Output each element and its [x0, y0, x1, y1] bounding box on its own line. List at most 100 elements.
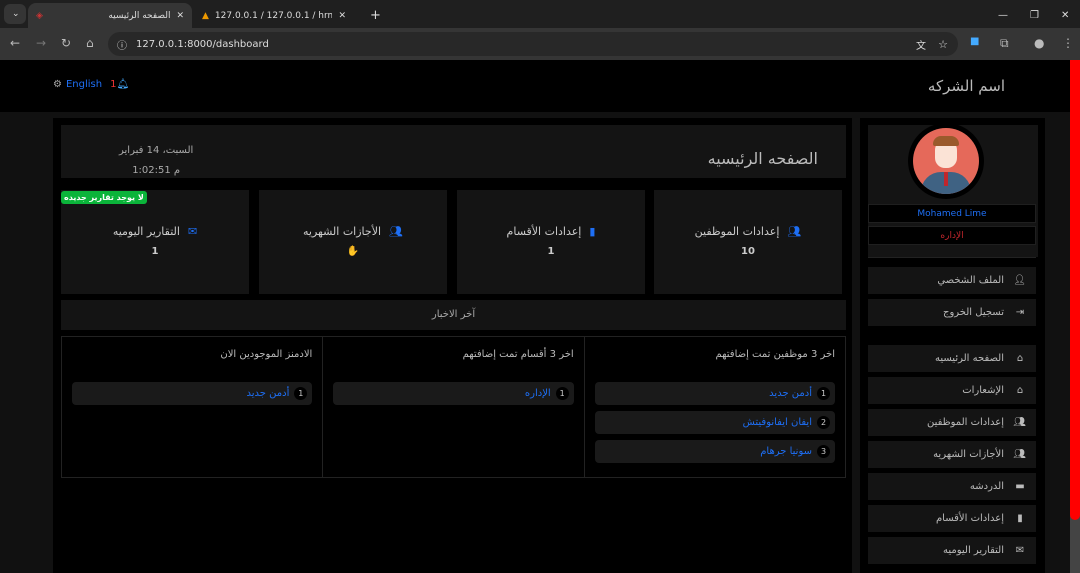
bell-icon[interactable]: 🔔︎ — [116, 79, 129, 90]
user-edit-icon: 👤︎ — [1013, 275, 1026, 286]
close-icon[interactable]: ✕ — [338, 11, 346, 21]
minimize-icon[interactable]: — — [998, 10, 1008, 21]
new-tab-button[interactable]: + — [362, 3, 389, 28]
sidebar-item-label: التقارير اليوميه — [942, 545, 1004, 556]
gear-icon[interactable]: ⚙ — [53, 79, 62, 90]
close-icon[interactable]: ✕ — [176, 11, 184, 21]
sidebar-item-label: الدردشه — [969, 481, 1004, 492]
users-icon: 👥︎ — [389, 225, 403, 238]
item-number: 1 — [555, 387, 569, 400]
sidebar-item-label: الصفحه الرئيسيه — [935, 353, 1004, 364]
list-item[interactable]: 2 ايفان ايفانوفيتش — [594, 411, 835, 434]
bar-chart-icon: ▮ — [589, 225, 596, 238]
reload-icon[interactable]: ↻ — [61, 36, 71, 50]
latest-departments: اخر 3 أقسام تمت إضافتهم 1 الإداره — [322, 337, 583, 477]
laravel-icon: ◈ — [36, 10, 43, 21]
item-link[interactable]: أدمن جديد — [769, 388, 812, 399]
date-text: السبت، 14 فبراير — [119, 145, 194, 156]
translate-icon[interactable]: 文 — [916, 37, 926, 52]
stat-monthly-leaves[interactable]: الأجازات الشهريه 👥︎ ✋ — [259, 190, 447, 294]
sidebar-item-label: الملف الشخصي — [937, 275, 1004, 286]
company-name[interactable]: اسم الشركه — [928, 77, 1005, 95]
stat-departments[interactable]: إعدادات الأقسام ▮ 1 — [457, 190, 645, 294]
envelope-icon: ✉ — [1015, 545, 1025, 556]
latest-employees: اخر 3 موظفين تمت إضافتهم 1 أدمن جديد 2 ايف… — [583, 337, 845, 477]
phpmyadmin-icon: ▲ — [202, 10, 209, 21]
close-window-icon[interactable]: ✕ — [1061, 10, 1069, 21]
chat-icon: ▬ — [1015, 481, 1025, 492]
column-title: اخر 3 أقسام تمت إضافتهم — [462, 349, 574, 360]
logout-icon: ⇥ — [1015, 307, 1025, 318]
sidebar-item-notifications[interactable]: ⌂ الإشعارات — [868, 377, 1036, 404]
language-link[interactable]: English — [66, 79, 102, 90]
sidebar-item-label: إعدادات الموظفين — [926, 417, 1004, 428]
sidebar-item-profile[interactable]: 👤︎ الملف الشخصي — [868, 267, 1036, 294]
extensions-icon[interactable]: ⧉ — [1000, 36, 1009, 51]
sidebar-item-leaves[interactable]: 👥︎ الأجازات الشهريه — [868, 441, 1036, 468]
star-icon[interactable]: ☆ — [938, 38, 948, 51]
sidebar-item-employees[interactable]: 👥︎ إعدادات الموظفين — [868, 409, 1036, 436]
list-item[interactable]: 1 الإداره — [333, 382, 574, 405]
sidebar-item-label: تسجيل الخروج — [942, 307, 1004, 318]
item-number: 1 — [294, 387, 308, 400]
maximize-icon[interactable]: ❐ — [1030, 10, 1039, 21]
stat-label: إعدادات الموظفين — [694, 225, 780, 238]
item-number: 3 — [817, 445, 830, 458]
users-icon: 👥︎ — [1013, 449, 1026, 460]
window-controls[interactable]: — ❐ ✕ — [990, 3, 1077, 28]
tab-phpmyadmin[interactable]: ▲ 127.0.0.1 / 127.0.0.1 / hrms / co ✕ — [194, 3, 354, 28]
tab-dashboard[interactable]: ◈ الصفحه الرئيسيه ✕ — [28, 3, 192, 28]
sidebar-item-home[interactable]: ⌂ الصفحه الرئيسيه — [868, 345, 1036, 372]
item-link[interactable]: ايفان ايفانوفيتش — [743, 417, 812, 428]
bar-chart-icon: ▮ — [1017, 513, 1023, 524]
scrollbar-thumb[interactable] — [1070, 60, 1080, 520]
url-text: 127.0.0.1:8000/dashboard — [136, 38, 269, 50]
stat-label: الأجازات الشهريه — [303, 225, 382, 238]
sidebar-item-logout[interactable]: ⇥ تسجيل الخروج — [868, 299, 1036, 326]
latest-news-header: آخر الاخبار — [61, 300, 846, 330]
list-item[interactable]: 1 أدمن جديد — [594, 382, 835, 405]
page-scrollbar[interactable] — [1070, 60, 1080, 573]
item-link[interactable]: سونيا جرهام — [760, 446, 812, 457]
page-header-card: الصفحه الرئيسيه السبت، 14 فبراير 1:02:51 … — [61, 125, 846, 178]
tab-title: 127.0.0.1 / 127.0.0.1 / hrms / co — [214, 10, 333, 21]
site-header: ⚙ English 1 🔔︎ اسم الشركه — [0, 60, 1070, 112]
list-item[interactable]: 3 سونيا جرهام — [594, 440, 835, 463]
forward-icon[interactable]: → — [36, 36, 46, 50]
item-link[interactable]: الإداره — [525, 388, 551, 399]
home-icon: ⌂ — [1016, 353, 1024, 364]
time-text: 1:02:51 م — [132, 165, 181, 176]
stat-value: 1 — [547, 246, 555, 257]
users-icon: 👥︎ — [1013, 417, 1026, 428]
browser-tab-bar: ⌄ ◈ الصفحه الرئيسيه ✕ ▲ 127.0.0.1 / 127.0.0… — [0, 0, 1080, 28]
stat-employees[interactable]: إعدادات الموظفين 👥︎ 10 — [654, 190, 842, 294]
users-icon: 👥︎ — [787, 225, 802, 238]
extension-icon[interactable]: ■ — [970, 36, 979, 47]
user-name: Mohamed Lime — [868, 204, 1036, 223]
hand-icon: ✋ — [346, 246, 360, 257]
sidebar: Mohamed Lime الإداره 👤︎ الملف الشخصي ⇥ تسج… — [860, 118, 1045, 573]
online-admins: الادمنز الموجودين الان 1 أدمن جديد — [62, 337, 322, 477]
home-icon[interactable]: ⌂ — [86, 36, 94, 50]
stat-label: التقارير اليوميه — [112, 225, 180, 238]
url-input[interactable]: ⓘ 127.0.0.1:8000/dashboard ☆ 文 — [108, 32, 958, 56]
tab-title: الصفحه الرئيسيه — [108, 10, 171, 21]
address-bar-row: ← → ↻ ⌂ ⓘ 127.0.0.1:8000/dashboard ☆ 文 ■ ⧉… — [0, 28, 1080, 60]
tab-search-button[interactable]: ⌄ — [4, 4, 26, 24]
sidebar-item-label: إعدادات الأقسام — [935, 513, 1004, 524]
sidebar-item-label: الأجازات الشهريه — [933, 449, 1004, 460]
sidebar-item-departments[interactable]: ▮ إعدادات الأقسام — [868, 505, 1036, 532]
menu-icon[interactable]: ⋮ — [1062, 36, 1074, 50]
news-columns: اخر 3 موظفين تمت إضافتهم 1 أدمن جديد 2 ايف… — [61, 336, 846, 478]
datetime: السبت، 14 فبراير 1:02:51 م — [119, 141, 193, 181]
profile-icon[interactable]: ● — [1034, 36, 1044, 50]
envelope-icon: ✉ — [187, 225, 198, 238]
stat-value: 1 — [151, 246, 159, 257]
sidebar-item-reports[interactable]: ✉ التقارير اليوميه — [868, 537, 1036, 564]
stat-daily-reports[interactable]: التقارير اليوميه ✉ 1 — [61, 190, 249, 294]
user-role: الإداره — [868, 226, 1036, 245]
back-icon[interactable]: ← — [10, 36, 20, 50]
item-link[interactable]: أدمن جديد — [247, 388, 290, 399]
list-item[interactable]: 1 أدمن جديد — [72, 382, 313, 405]
sidebar-item-chat[interactable]: ▬ الدردشه — [868, 473, 1036, 500]
